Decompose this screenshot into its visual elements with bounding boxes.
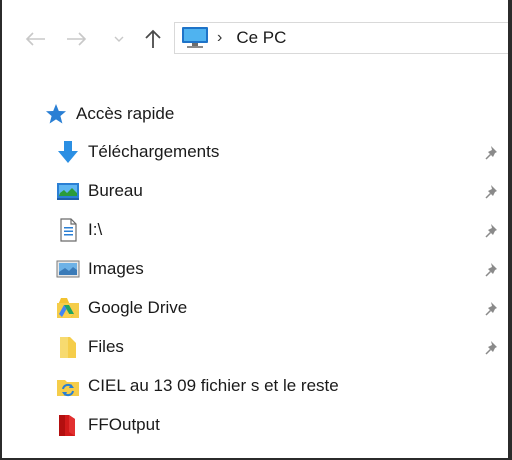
pin-icon[interactable] — [484, 221, 502, 239]
file-explorer-window: › Ce PC Accès rapide Téléchargements Bur… — [2, 0, 510, 458]
pin-icon[interactable] — [484, 143, 502, 161]
address-bar[interactable]: › Ce PC — [174, 22, 510, 54]
nav-item-telechargements[interactable]: Téléchargements — [2, 135, 510, 169]
computer-icon — [181, 26, 209, 50]
forward-arrow-icon — [67, 32, 87, 46]
quick-access-header[interactable]: Accès rapide — [44, 101, 174, 127]
quick-access-label: Accès rapide — [76, 104, 175, 123]
nav-item-files[interactable]: Files — [2, 330, 510, 364]
back-button[interactable] — [20, 24, 50, 54]
pin-icon[interactable] — [484, 338, 502, 356]
chevron-down-icon — [114, 36, 124, 42]
nav-item-label: Bureau — [88, 181, 143, 200]
navigation-toolbar: › Ce PC — [2, 0, 510, 60]
nav-item-bureau[interactable]: Bureau — [2, 174, 510, 208]
nav-item-label: Images — [88, 259, 144, 278]
pictures-icon — [56, 257, 80, 281]
breadcrumb-ce-pc[interactable]: Ce PC — [236, 28, 286, 48]
desktop-icon — [56, 179, 80, 203]
recent-locations-button[interactable] — [110, 24, 128, 54]
pin-icon[interactable] — [484, 299, 502, 317]
nav-item-label: CIEL au 13 09 fichier s et le reste — [88, 376, 339, 395]
up-button[interactable] — [138, 24, 168, 54]
red-folder-icon — [56, 413, 80, 437]
sync-folder-icon — [56, 374, 80, 398]
download-arrow-icon — [56, 140, 80, 164]
forward-button[interactable] — [62, 24, 92, 54]
nav-item-label: Téléchargements — [88, 142, 220, 161]
pin-icon[interactable] — [484, 260, 502, 278]
nav-item-label: FFOutput — [88, 415, 160, 434]
nav-item-ffoutput[interactable]: FFOutput — [2, 408, 510, 442]
nav-item-label: I:\ — [88, 220, 103, 239]
up-arrow-icon — [145, 29, 161, 48]
nav-item-label: Google Drive — [88, 298, 188, 317]
window-border — [508, 0, 512, 460]
star-icon — [46, 104, 66, 124]
back-arrow-icon — [25, 32, 45, 46]
breadcrumb-separator[interactable]: › — [217, 29, 222, 47]
nav-item-images[interactable]: Images — [2, 252, 510, 286]
navigation-pane: Accès rapide Téléchargements Bureau I:\ … — [2, 60, 510, 458]
nav-item-label: Files — [88, 337, 124, 356]
folder-icon — [56, 335, 80, 359]
document-icon — [56, 218, 80, 242]
pin-icon[interactable] — [484, 182, 502, 200]
google-drive-icon — [56, 296, 80, 320]
nav-item-drive-i[interactable]: I:\ — [2, 213, 510, 247]
nav-item-google-drive[interactable]: Google Drive — [2, 291, 510, 325]
nav-item-ciel[interactable]: CIEL au 13 09 fichier s et le reste — [2, 369, 510, 403]
